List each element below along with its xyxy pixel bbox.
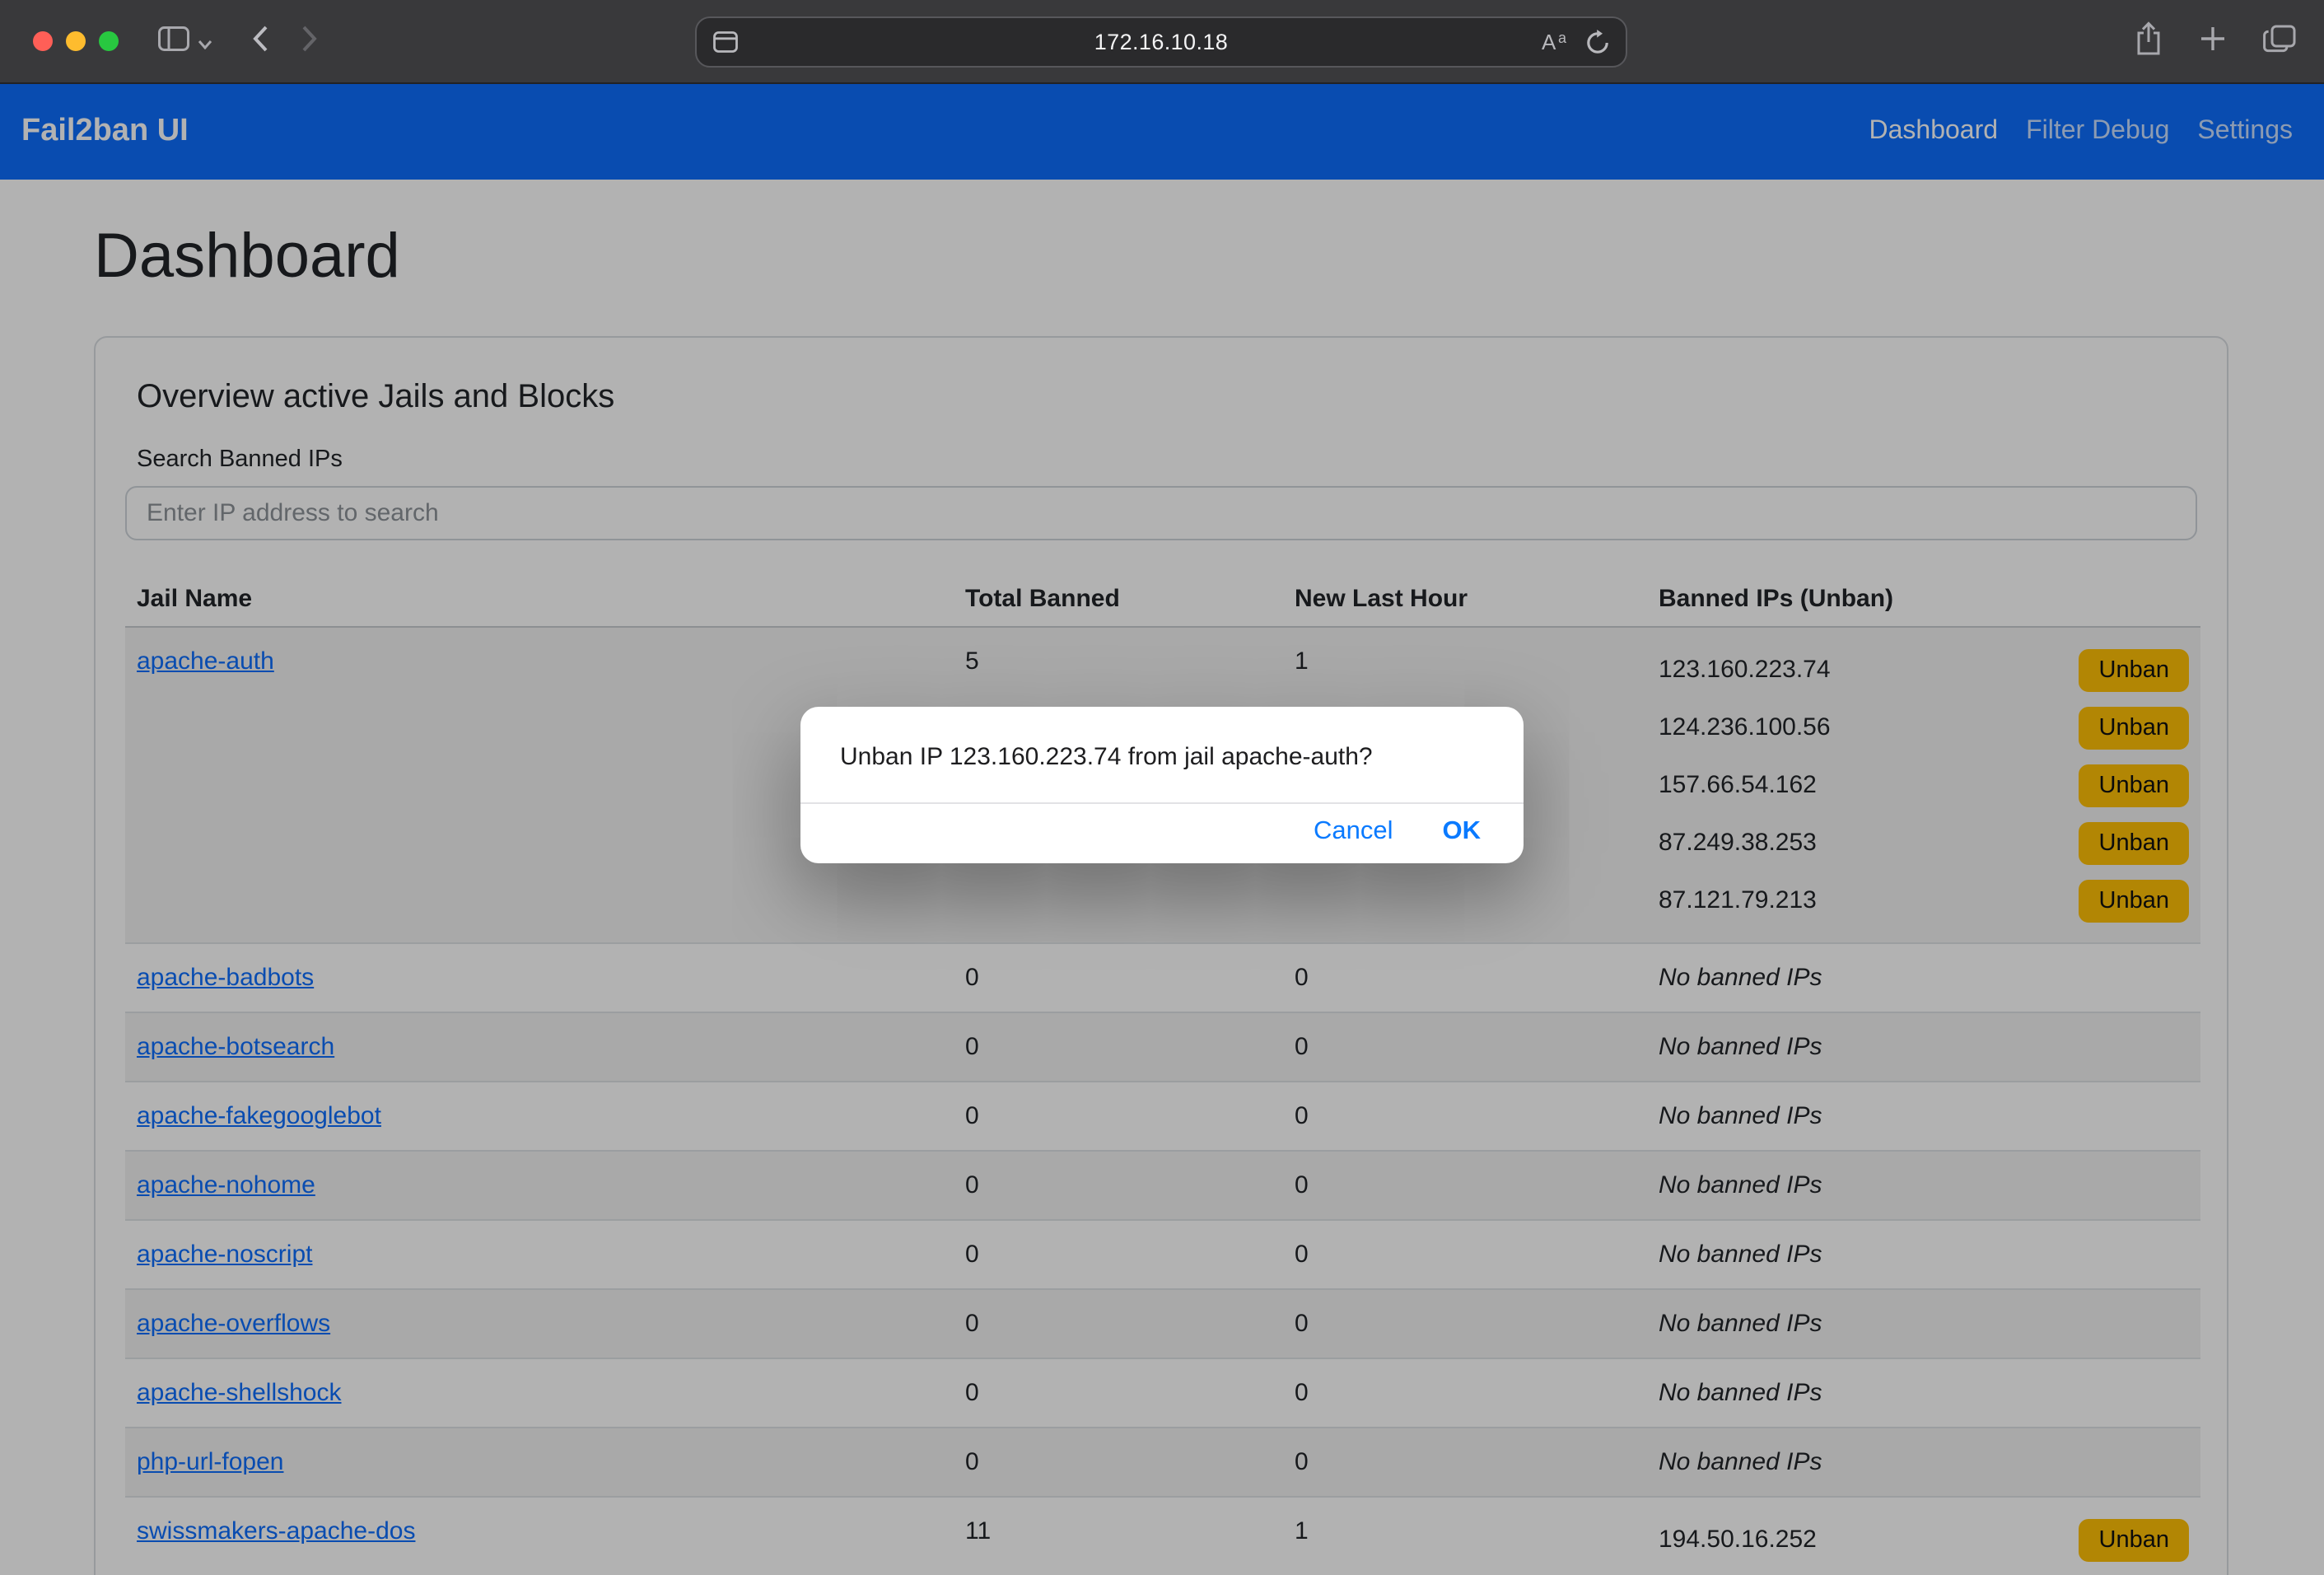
dialog-message: Unban IP 123.160.223.74 from jail apache… (800, 707, 1524, 802)
plus-icon (2200, 26, 2225, 56)
forward-button[interactable] (301, 25, 318, 58)
website-settings-icon[interactable] (713, 31, 738, 53)
close-window-button[interactable] (33, 31, 53, 51)
minimize-window-button[interactable] (66, 31, 86, 51)
chevron-down-icon (198, 29, 212, 54)
translate-icon[interactable]: Aa (1540, 28, 1573, 63)
reload-icon (1584, 30, 1611, 61)
svg-text:A: A (1542, 30, 1556, 54)
chevron-left-icon (252, 25, 268, 58)
safari-window: 172.16.10.18 Aa (0, 0, 2324, 1575)
window-controls (33, 31, 119, 51)
chevron-right-icon (301, 25, 318, 58)
reload-button[interactable] (1584, 30, 1611, 61)
confirm-unban-dialog: Unban IP 123.160.223.74 from jail apache… (800, 707, 1524, 863)
browser-toolbar: 172.16.10.18 Aa (0, 0, 2324, 84)
svg-text:a: a (1558, 30, 1567, 46)
ok-button[interactable]: OK (1443, 817, 1482, 847)
dialog-footer: Cancel OK (800, 802, 1524, 863)
sidebar-icon (158, 26, 189, 56)
tabs-icon (2263, 25, 2296, 58)
cancel-button[interactable]: Cancel (1314, 817, 1393, 847)
zoom-window-button[interactable] (99, 31, 119, 51)
share-button[interactable] (2135, 21, 2163, 61)
back-button[interactable] (252, 25, 268, 58)
address-bar[interactable]: 172.16.10.18 Aa (695, 16, 1627, 68)
sidebar-toggle-button[interactable] (158, 26, 212, 56)
share-icon (2135, 21, 2163, 61)
new-tab-button[interactable] (2200, 26, 2225, 56)
url-text: 172.16.10.18 (1094, 30, 1228, 54)
tab-overview-button[interactable] (2263, 25, 2296, 58)
